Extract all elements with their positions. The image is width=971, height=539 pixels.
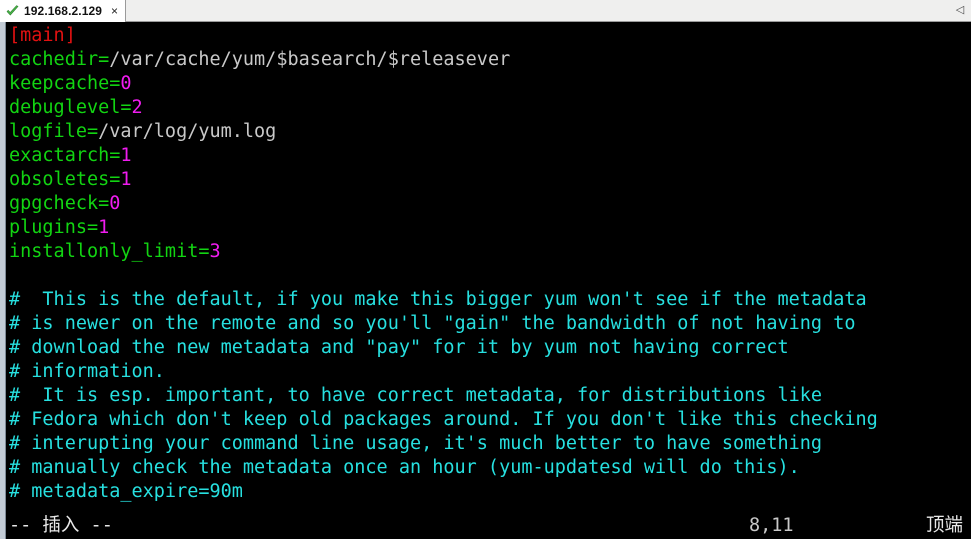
editor-text-key: gpgcheck= [9,193,110,214]
editor-line: # is newer on the remote and so you'll "… [9,312,969,336]
editor-text-num: 3 [209,241,221,262]
scrollbar-thumb[interactable] [0,22,5,539]
close-icon[interactable]: × [111,5,118,17]
editor-text-key: plugins= [9,217,99,238]
editor-line: # information. [9,360,969,384]
green-check-icon [6,4,19,18]
editor-line: plugins=1 [9,216,969,240]
editor-text-comment: # manually check the metadata once an ho… [9,457,800,478]
editor-text-comment: # interupting your command line usage, i… [9,433,823,454]
editor-line: debuglevel=2 [9,96,969,120]
editor-text-num: 0 [120,73,132,94]
editor-text-comment: # is newer on the remote and so you'll "… [9,313,856,334]
editor-text-key: logfile= [9,121,99,142]
terminal-tab[interactable]: 192.168.2.129 × [0,0,127,22]
editor-text-key: debuglevel= [9,97,132,118]
scroll-state-indicator: 顶端 [925,515,963,536]
editor-line: # manually check the metadata once an ho… [9,456,969,480]
vim-status-line: -- 插入 -- 8,11 顶端 [9,514,967,538]
editor-line: # It is esp. important, to have correct … [9,384,969,408]
editor-text-val: /var/log/yum.log [98,121,277,142]
editor-line: # download the new metadata and "pay" fo… [9,336,969,360]
editor-line: keepcache=0 [9,72,969,96]
tab-title: 192.168.2.129 [24,4,103,18]
vertical-scrollbar[interactable] [0,22,6,539]
editor-text-num: 1 [120,145,132,166]
editor-text-num: 2 [131,97,143,118]
editor-text-num: 1 [120,169,132,190]
editor-text-comment: # It is esp. important, to have correct … [9,385,823,406]
editor-line: # metadata_expire=90m [9,480,969,504]
editor-line: # This is the default, if you make this … [9,288,969,312]
editor-text-key: obsoletes= [9,169,121,190]
tab-bar-empty-area [126,0,949,21]
editor-text-key: installonly_limit= [9,241,210,262]
editor-line: cachedir=/var/cache/yum/$basearch/$relea… [9,48,969,72]
editor-text-key: keepcache= [9,73,121,94]
editor-line: installonly_limit=3 [9,240,969,264]
cursor-position-indicator: 8,11 [749,515,794,536]
terminal-screen[interactable]: [main] cachedir=/var/cache/yum/$basearch/… [0,22,971,539]
editor-text-comment: # Fedora which don't keep old packages a… [9,409,878,430]
editor-text-area[interactable]: [main] cachedir=/var/cache/yum/$basearch/… [9,24,969,536]
editor-line: # interupting your command line usage, i… [9,432,969,456]
editor-text-comment: # download the new metadata and "pay" fo… [9,337,789,358]
editor-text-key: exactarch= [9,145,121,166]
chevron-left-icon[interactable]: ◁ [949,0,971,21]
editor-line: logfile=/var/log/yum.log [9,120,969,144]
editor-line: # Fedora which don't keep old packages a… [9,408,969,432]
editor-text-key: cachedir= [9,49,110,70]
editor-text-val: /var/cache/yum/$basearch/$releasever [109,49,511,70]
editor-line: obsoletes=1 [9,168,969,192]
editor-text-comment: # information. [9,361,165,382]
tab-bar: 192.168.2.129 × ◁ [0,0,971,22]
editor-text-comment: # This is the default, if you make this … [9,289,867,310]
editor-text-num: 0 [109,193,121,214]
editor-text-num: 1 [98,217,110,238]
editor-line: [main] [9,24,969,48]
editor-line: gpgcheck=0 [9,192,969,216]
editor-mode-indicator: -- 插入 -- [9,515,113,536]
editor-line: exactarch=1 [9,144,969,168]
editor-text-comment: # metadata_expire=90m [9,481,243,502]
editor-text-section: [main] [9,25,76,46]
